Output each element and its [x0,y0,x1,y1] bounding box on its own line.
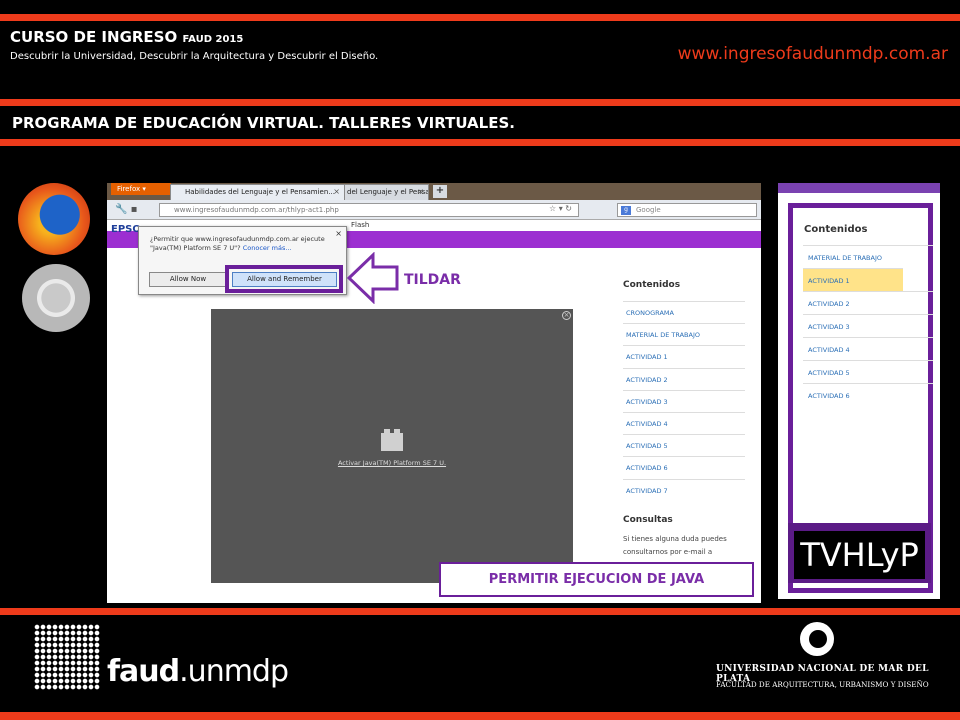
university-seal-icon [800,622,834,656]
search-input[interactable]: g Google [617,203,757,217]
panel-menu-item[interactable]: ACTIVIDAD 5 [803,360,933,383]
lower-accent-bar [0,139,960,146]
tab-strip: Firefox ▾ Habilidades del Lenguaje y el … [107,183,761,200]
faud-logo: faud.unmdp [107,654,289,689]
faud-dots-logo-icon [34,624,100,690]
close-icon[interactable]: × [333,185,340,199]
menu-item[interactable]: CRONOGRAMA [623,301,745,323]
panel-menu-item[interactable]: ACTIVIDAD 4 [803,337,933,360]
close-icon[interactable]: × [417,185,424,199]
java-permission-label: PERMITIR EJECUCION DE JAVA [439,562,754,597]
course-title: CURSO DE INGRESO FAUD 2015 [10,28,244,46]
panel-menu-item-active[interactable]: ACTIVIDAD 1 [803,268,903,291]
menu-item[interactable]: ACTIVIDAD 4 [623,411,745,434]
tools-icon[interactable]: 🔧 ▪ [115,204,137,215]
middle-accent-bar [0,99,960,106]
course-subtitle: Descubrir la Universidad, Descubrir la A… [10,51,379,62]
popup-message: ¿Permitir que www.ingresofaudunmdp.com.a… [150,235,325,252]
highlight-box [225,265,343,293]
menu-item[interactable]: ACTIVIDAD 7 [623,478,745,501]
program-heading: PROGRAMA DE EDUCACIÓN VIRTUAL. TALLERES … [12,114,515,132]
close-icon[interactable]: × [335,229,342,238]
top-accent-bar [0,14,960,21]
firefox-logo-icon [18,183,90,255]
browser-screenshot: Firefox ▾ Habilidades del Lenguaje y el … [107,183,761,603]
tab-habilidades-2[interactable]: del Lenguaje y el Pensam...× [344,184,429,200]
consultas-text: Si tienes alguna duda puedes consultarno… [623,535,727,556]
tvhlyp-badge: TVHLyP [788,523,931,583]
contents-title: Contenidos [623,280,681,290]
flash-label: Flash [351,221,370,229]
menu-item[interactable]: ACTIVIDAD 1 [623,345,745,367]
tvhlyp-text: TVHLyP [794,531,925,579]
panel-menu: MATERIAL DE TRABAJO ACTIVIDAD 1 ACTIVIDA… [803,245,933,406]
panel-menu-item[interactable]: ACTIVIDAD 2 [803,291,933,314]
panel-menu-item[interactable]: MATERIAL DE TRABAJO [803,245,933,268]
menu-item[interactable]: ACTIVIDAD 3 [623,389,745,412]
menu-item[interactable]: MATERIAL DE TRABAJO [623,323,745,345]
google-icon: g [621,206,631,215]
bottom-accent-bar [0,608,960,615]
plugin-icon [381,429,403,451]
panel-menu-item[interactable]: ACTIVIDAD 3 [803,314,933,337]
java-plugin-area[interactable]: × Activar Java(TM) Platform SE 7 U. [211,309,573,583]
menu-item[interactable]: ACTIVIDAD 2 [623,367,745,390]
menu-item[interactable]: ACTIVIDAD 6 [623,456,745,478]
faculty-name: FACULTAD DE ARQUITECTURA, URBANISMO Y DI… [716,680,929,689]
panel-title: Contenidos [804,224,868,235]
menu-item[interactable]: ACTIVIDAD 5 [623,434,745,456]
address-bar[interactable]: www.ingresofaudunmdp.com.ar/thlyp-act1.p… [159,203,579,217]
left-arrow-icon [347,252,399,304]
new-tab-button[interactable]: + [433,185,447,198]
firefox-menu-button[interactable]: Firefox ▾ [111,183,171,195]
consultas-title: Consultas [623,515,673,525]
allow-now-button[interactable]: Allow Now [149,272,227,287]
chrome-logo-icon [22,264,90,332]
reload-icon[interactable]: ☆ ▾ ↻ [549,204,572,213]
tab-habilidades[interactable]: Habilidades del Lenguaje y el Pensamien.… [170,184,345,200]
tildar-label: TILDAR [404,272,461,288]
nav-bar: 🔧 ▪ www.ingresofaudunmdp.com.ar/thlyp-ac… [107,200,761,220]
activate-java-link[interactable]: Activar Java(TM) Platform SE 7 U. [211,459,573,467]
close-icon[interactable]: × [562,311,571,320]
footer-accent-bar [0,712,960,720]
site-url-link[interactable]: www.ingresofaudunmdp.com.ar [678,44,948,64]
panel-top-band [778,183,940,193]
contents-menu: CRONOGRAMA MATERIAL DE TRABAJO ACTIVIDAD… [623,301,745,501]
panel-menu-item[interactable]: ACTIVIDAD 6 [803,383,933,406]
site-logo: EPSO [111,224,141,235]
learn-more-link[interactable]: Conocer más... [243,244,292,252]
